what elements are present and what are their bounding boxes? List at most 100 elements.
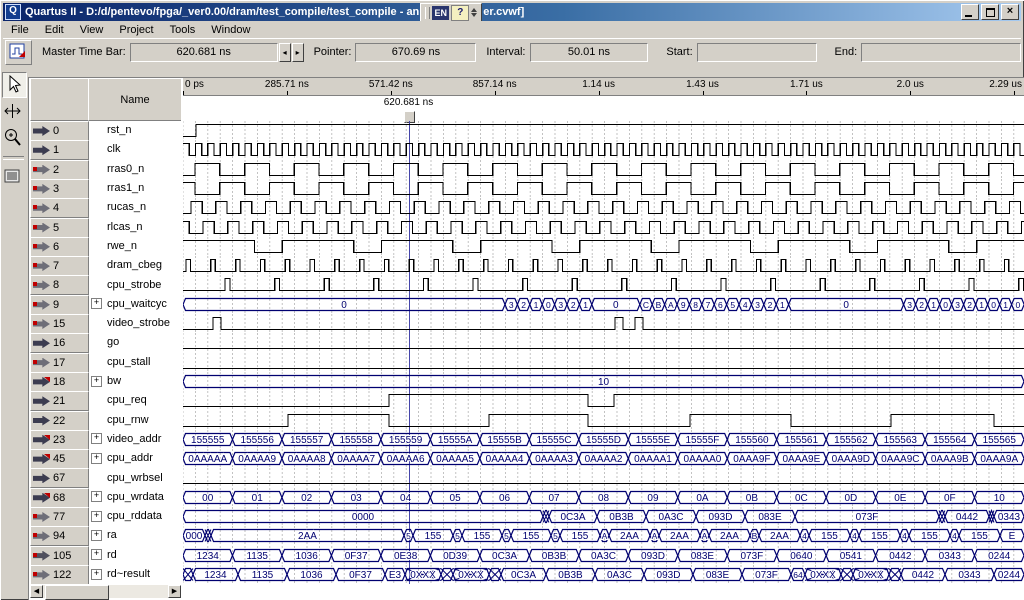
wave-row-cpu_req[interactable] bbox=[183, 391, 1024, 411]
wave-row-ra[interactable]: 0002AA5155515551555155A2AAA2AAA2AAB2AA41… bbox=[183, 526, 1024, 546]
time-bar-tool-button[interactable] bbox=[2, 100, 25, 124]
time-ruler[interactable]: 0 ps285.71 ns571.42 ns857.14 ns1.14 us1.… bbox=[183, 78, 1024, 96]
wave-row-rras1_n[interactable] bbox=[183, 179, 1024, 199]
signal-row-rucas_n[interactable]: rucas_n bbox=[89, 198, 181, 216]
group-expand-button[interactable]: + bbox=[91, 530, 102, 541]
signal-row-cpu_strobe[interactable]: cpu_strobe bbox=[89, 275, 181, 293]
close-button[interactable]: × bbox=[1001, 4, 1019, 20]
signal-row-cpu_wrdata[interactable]: +cpu_wrdata bbox=[89, 488, 181, 506]
signal-row-rd[interactable]: +rd bbox=[89, 546, 181, 564]
signal-number-cell[interactable]: 105 bbox=[30, 546, 89, 566]
signal-row-video_strobe[interactable]: video_strobe bbox=[89, 314, 181, 332]
signal-number-cell[interactable]: 21 bbox=[30, 391, 89, 411]
menu-view[interactable]: View bbox=[72, 23, 112, 37]
end-field[interactable] bbox=[861, 43, 1021, 62]
signal-number-cell[interactable]: 0 bbox=[30, 121, 89, 141]
language-bar[interactable]: EN ? bbox=[420, 3, 482, 21]
signal-number-cell[interactable]: 9 bbox=[30, 295, 89, 315]
signal-number-cell[interactable]: 18 bbox=[30, 372, 89, 392]
wave-row-cpu_rnw[interactable] bbox=[183, 411, 1024, 431]
group-expand-button[interactable]: + bbox=[91, 491, 102, 502]
wave-row-rwe_n[interactable] bbox=[183, 237, 1024, 257]
signal-row-cpu_waitcyc[interactable]: +cpu_waitcyc bbox=[89, 295, 181, 313]
wave-row-cpu_waitcyc[interactable]: 032103210CBA98765432103210321010 bbox=[183, 295, 1024, 315]
signal-row-dram_cbeg[interactable]: dram_cbeg bbox=[89, 256, 181, 274]
language-options-icon[interactable] bbox=[471, 8, 477, 17]
signal-number-cell[interactable]: 8 bbox=[30, 275, 89, 295]
language-badge[interactable]: EN bbox=[432, 6, 449, 20]
signal-number-cell[interactable]: 68 bbox=[30, 488, 89, 508]
group-expand-button[interactable]: + bbox=[91, 453, 102, 464]
signal-row-bw[interactable]: +bw bbox=[89, 372, 181, 390]
wave-row-cpu_rddata[interactable]: 00000C3A0B3B0A3C093D083E073F04420343 bbox=[183, 507, 1024, 527]
waveform-tool-button[interactable] bbox=[5, 40, 32, 65]
group-expand-button[interactable]: + bbox=[91, 376, 102, 387]
signal-row-rlcas_n[interactable]: rlcas_n bbox=[89, 218, 181, 236]
signal-row-rst_n[interactable]: rst_n bbox=[89, 121, 181, 139]
menu-file[interactable]: File bbox=[3, 23, 37, 37]
signal-number-cell[interactable]: 17 bbox=[30, 353, 89, 373]
menu-tools[interactable]: Tools bbox=[162, 23, 204, 37]
signal-number-cell[interactable]: 94 bbox=[30, 526, 89, 546]
signal-row-cpu_rnw[interactable]: cpu_rnw bbox=[89, 411, 181, 429]
signal-number-cell[interactable]: 23 bbox=[30, 430, 89, 450]
signal-number-cell[interactable]: 7 bbox=[30, 256, 89, 276]
signal-row-go[interactable]: go bbox=[89, 333, 181, 351]
signal-number-cell[interactable]: 45 bbox=[30, 449, 89, 469]
wave-row-rst_n[interactable] bbox=[183, 121, 1024, 141]
title-bar[interactable]: Q Quartus II - D:/d/pentevo/fpga/_ver0.0… bbox=[3, 3, 1021, 21]
signal-row-cpu_wrbsel[interactable]: cpu_wrbsel bbox=[89, 468, 181, 486]
master-time-bar-field[interactable]: 620.681 ns bbox=[130, 43, 278, 62]
menu-edit[interactable]: Edit bbox=[37, 23, 72, 37]
signal-row-cpu_rddata[interactable]: +cpu_rddata bbox=[89, 507, 181, 525]
wave-row-cpu_wrbsel[interactable] bbox=[183, 468, 1024, 488]
scrollbar-thumb[interactable] bbox=[45, 585, 109, 600]
group-expand-button[interactable]: + bbox=[91, 511, 102, 522]
signal-number-cell[interactable]: 15 bbox=[30, 314, 89, 334]
wave-row-cpu_stall[interactable] bbox=[183, 353, 1024, 373]
signal-number-cell[interactable]: 122 bbox=[30, 565, 89, 584]
signal-row-rras0_n[interactable]: rras0_n bbox=[89, 160, 181, 178]
wave-row-rras0_n[interactable] bbox=[183, 160, 1024, 180]
wave-row-rlcas_n[interactable] bbox=[183, 218, 1024, 238]
signal-row-clk[interactable]: clk bbox=[89, 140, 181, 158]
signal-number-cell[interactable]: 3 bbox=[30, 179, 89, 199]
zoom-tool-button[interactable] bbox=[2, 126, 25, 150]
group-expand-button[interactable]: + bbox=[91, 549, 102, 560]
signal-number-cell[interactable]: 16 bbox=[30, 333, 89, 353]
wave-row-rd~result[interactable]: 1234113510360F37E30XXX0XXX0C3A0B3B0A3C09… bbox=[183, 565, 1024, 584]
signal-row-cpu_stall[interactable]: cpu_stall bbox=[89, 353, 181, 371]
wave-row-clk[interactable] bbox=[183, 140, 1024, 160]
wave-row-dram_cbeg[interactable] bbox=[183, 256, 1024, 276]
start-field[interactable] bbox=[697, 43, 817, 62]
signal-number-cell[interactable]: 77 bbox=[30, 507, 89, 527]
wave-row-video_addr[interactable]: 15555515555615555715555815555915555A1555… bbox=[183, 430, 1024, 450]
scrollbar-track[interactable] bbox=[109, 585, 168, 598]
restore-button[interactable] bbox=[981, 4, 999, 20]
wave-row-video_strobe[interactable] bbox=[183, 314, 1024, 334]
menu-window[interactable]: Window bbox=[203, 23, 258, 37]
wave-row-cpu_addr[interactable]: 0AAAAA0AAAA90AAAA80AAAA70AAAA60AAAA50AAA… bbox=[183, 449, 1024, 469]
master-time-left-arrow[interactable]: ◂ bbox=[279, 43, 291, 62]
signal-number-cell[interactable]: 2 bbox=[30, 160, 89, 180]
signal-row-cpu_req[interactable]: cpu_req bbox=[89, 391, 181, 409]
signal-row-ra[interactable]: +ra bbox=[89, 526, 181, 544]
signal-number-cell[interactable]: 67 bbox=[30, 468, 89, 488]
language-bar-grip[interactable] bbox=[425, 7, 430, 19]
signal-row-cpu_addr[interactable]: +cpu_addr bbox=[89, 449, 181, 467]
wave-row-cpu_wrdata[interactable]: 000102030405060708090A0B0C0D0E0F10 bbox=[183, 488, 1024, 508]
selection-tool-button[interactable] bbox=[2, 72, 27, 98]
menu-project[interactable]: Project bbox=[111, 23, 161, 37]
wave-row-cpu_strobe[interactable] bbox=[183, 275, 1024, 295]
language-help-icon[interactable]: ? bbox=[451, 5, 469, 21]
signal-number-cell[interactable]: 5 bbox=[30, 218, 89, 238]
signal-row-rras1_n[interactable]: rras1_n bbox=[89, 179, 181, 197]
signal-number-cell[interactable]: 6 bbox=[30, 237, 89, 257]
group-expand-button[interactable]: + bbox=[91, 433, 102, 444]
wave-row-rd[interactable]: 1234113510360F370E380D390C3A0B3B0A3C093D… bbox=[183, 546, 1024, 566]
scroll-right-arrow-icon[interactable]: ▶ bbox=[168, 585, 181, 598]
group-expand-button[interactable]: + bbox=[91, 569, 102, 580]
name-panel-hscrollbar[interactable]: ◀ ▶ bbox=[30, 585, 181, 598]
signal-number-cell[interactable]: 1 bbox=[30, 140, 89, 160]
signal-row-rwe_n[interactable]: rwe_n bbox=[89, 237, 181, 255]
